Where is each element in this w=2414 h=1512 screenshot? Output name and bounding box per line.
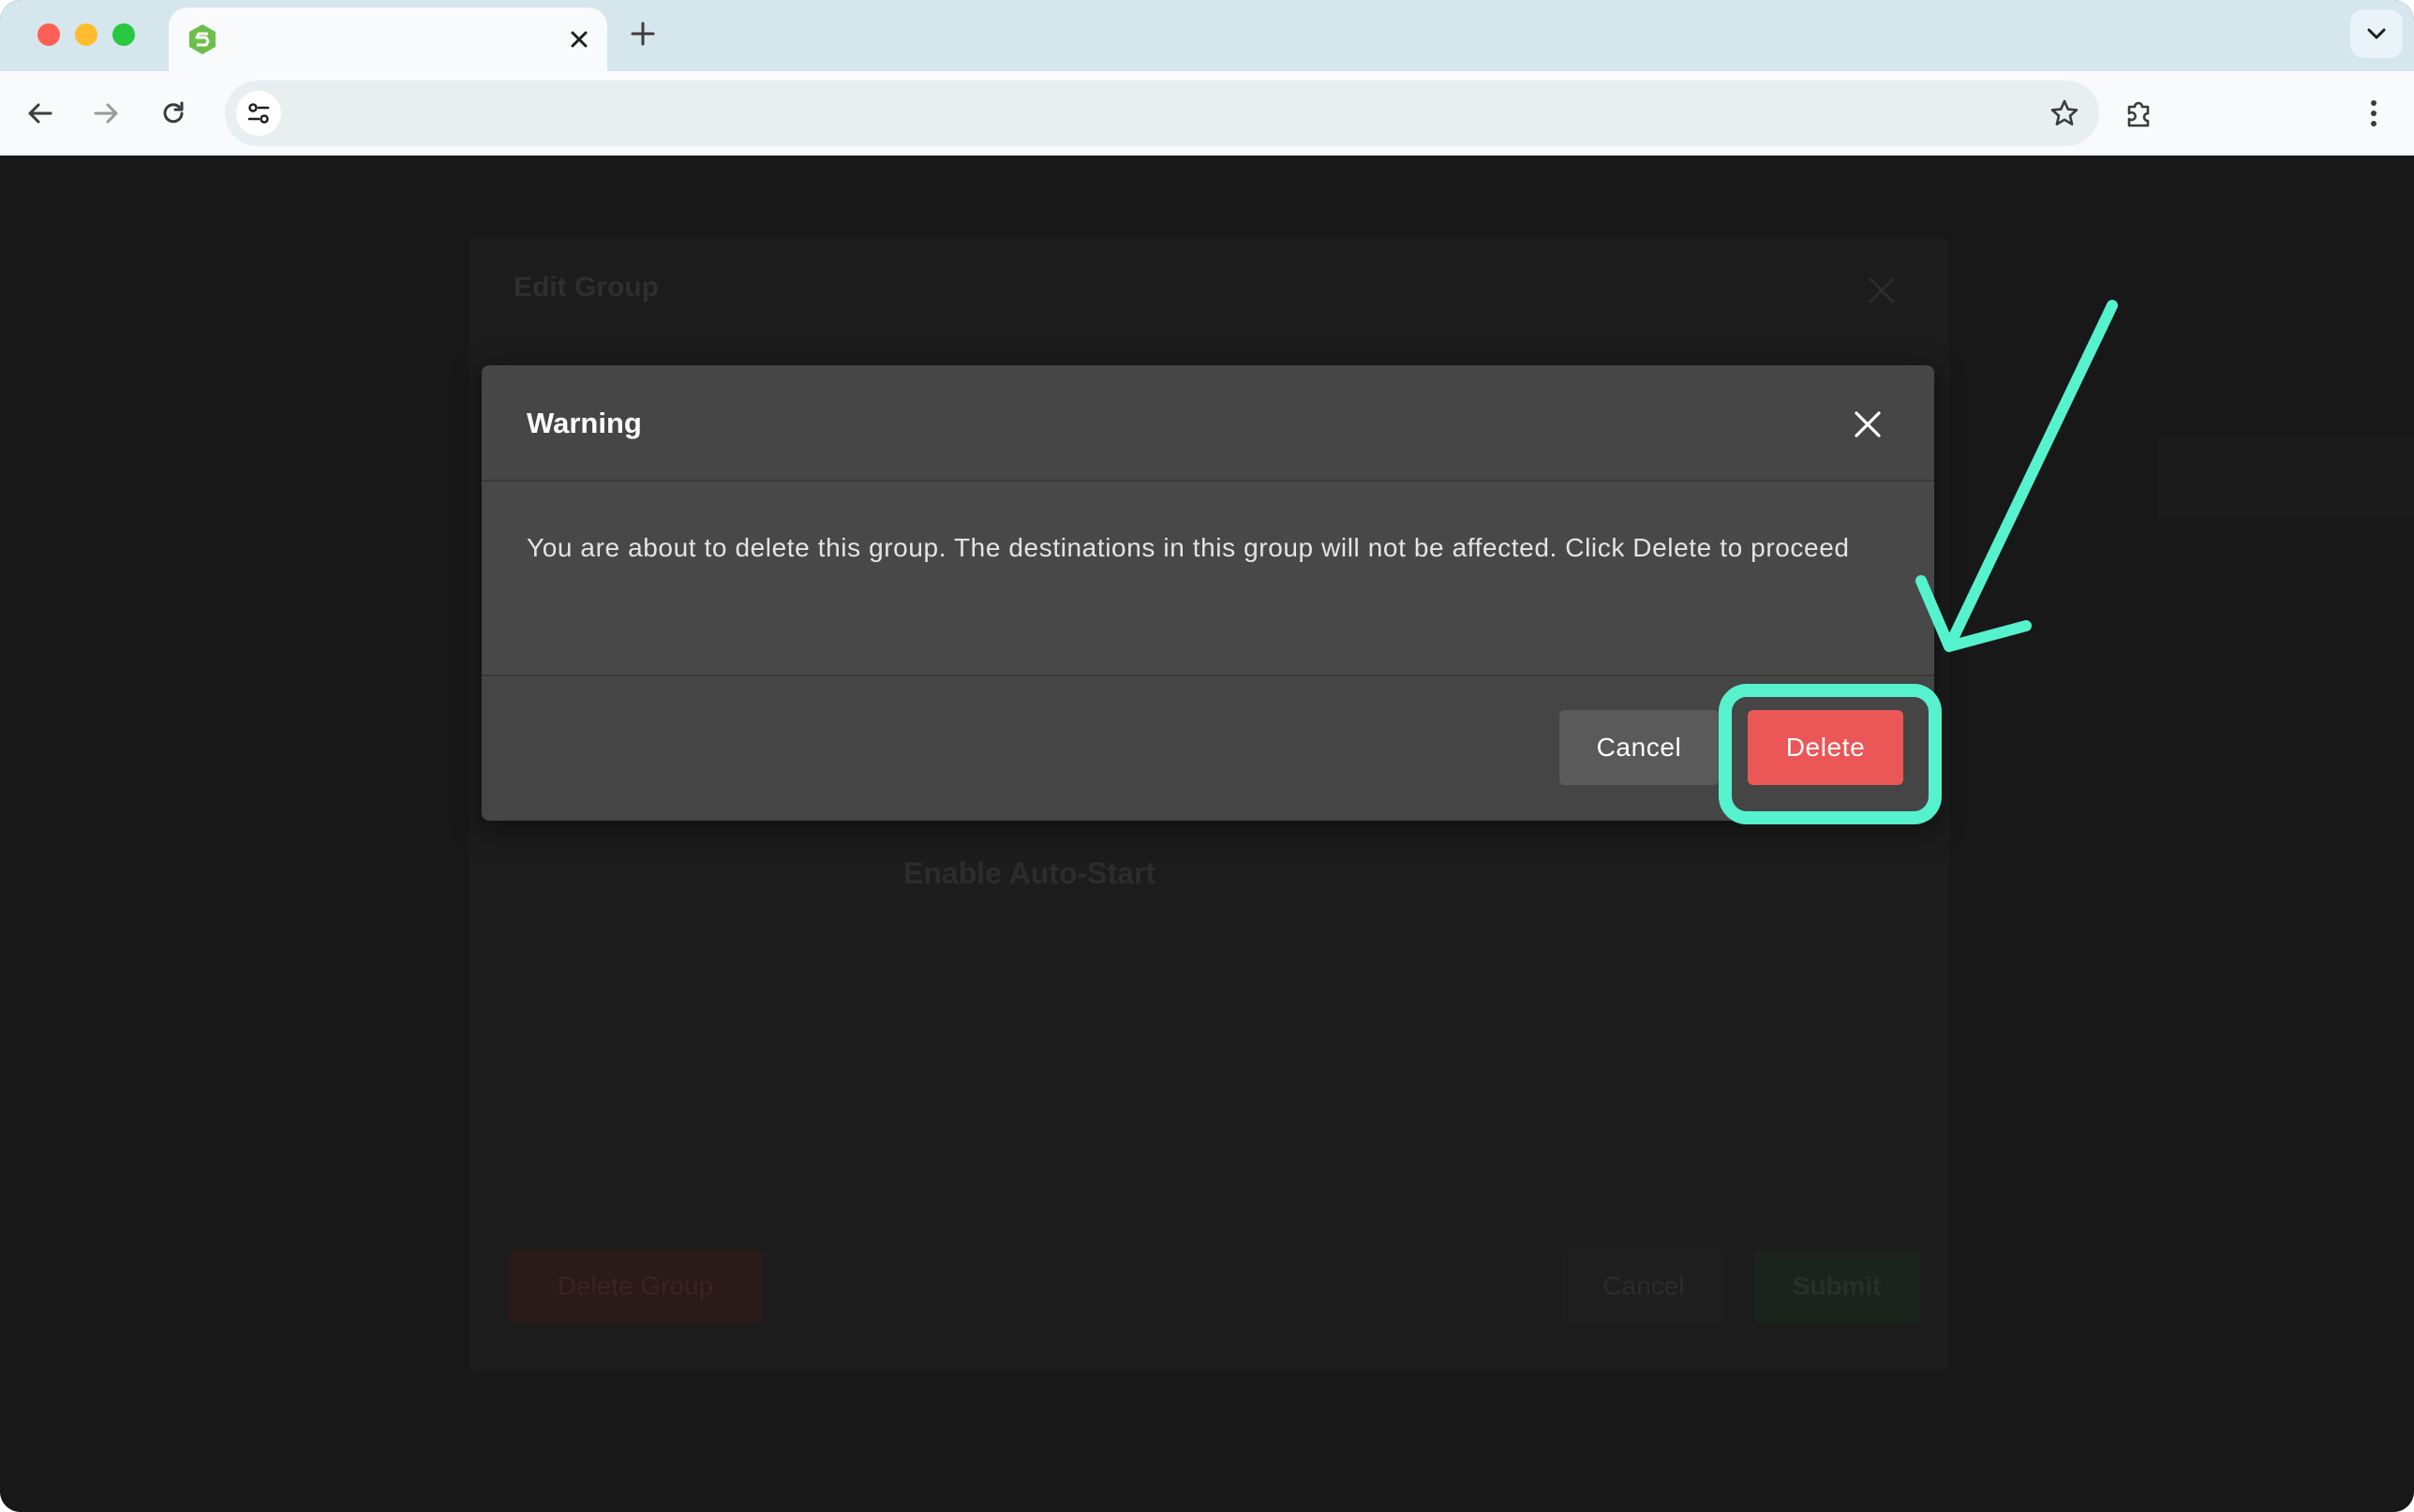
star-icon	[2050, 99, 2079, 126]
forward-button[interactable]	[84, 92, 127, 135]
dialog-message: You are about to delete this group. The …	[527, 533, 1850, 562]
tab-strip	[0, 0, 2414, 71]
background-panel-strip	[2157, 435, 2414, 519]
plus-icon	[631, 22, 655, 46]
delete-group-button: Delete Group	[508, 1250, 763, 1323]
tune-icon	[247, 103, 270, 124]
browser-toolbar	[0, 71, 2414, 156]
cancel-button[interactable]: Cancel	[1559, 710, 1719, 785]
reload-icon	[163, 101, 184, 124]
arrow-right-icon	[94, 103, 118, 124]
dialog-title: Warning	[527, 407, 642, 439]
new-tab-button[interactable]	[624, 15, 662, 52]
close-icon	[1869, 277, 1895, 304]
dialog-footer: Cancel Delete	[482, 678, 1934, 821]
arrow-left-icon	[28, 103, 52, 124]
close-icon	[571, 31, 588, 48]
edit-group-cancel-button: Cancel	[1563, 1250, 1724, 1323]
hexagon-s-logo-icon	[189, 24, 216, 54]
submit-button: Submit	[1754, 1250, 1919, 1323]
puzzle-icon	[2127, 101, 2150, 127]
auto-start-label: Enable Auto-Start	[903, 856, 1156, 890]
dialog-header: Warning	[482, 365, 1934, 482]
close-window-button[interactable]	[37, 23, 60, 46]
browser-tab[interactable]	[169, 7, 607, 71]
chevron-down-icon	[2367, 28, 2386, 39]
maximize-window-button[interactable]	[112, 23, 135, 46]
site-info-button[interactable]	[236, 91, 281, 136]
browser-menu-button[interactable]	[2352, 92, 2395, 135]
back-button[interactable]	[19, 92, 62, 135]
browser-window: Edit Group Enable Auto-Start Delete Grou…	[0, 0, 2414, 1512]
kebab-menu-icon	[2371, 100, 2377, 126]
dialog-close-button[interactable]	[1846, 403, 1889, 446]
dialog-body: You are about to delete this group. The …	[482, 483, 1934, 676]
bookmark-button[interactable]	[2043, 92, 2086, 135]
close-icon	[1855, 411, 1881, 437]
page-overlay: Edit Group Enable Auto-Start Delete Grou…	[0, 182, 2414, 1512]
tab-close-button[interactable]	[560, 21, 598, 58]
highlight-box	[1719, 684, 1942, 824]
address-bar[interactable]	[225, 81, 2099, 146]
minimize-window-button[interactable]	[75, 23, 97, 46]
tab-search-button[interactable]	[2350, 9, 2403, 58]
edit-group-title: Edit Group	[514, 272, 659, 303]
extensions-button[interactable]	[2118, 92, 2161, 135]
warning-dialog: Warning You are about to delete this gro…	[482, 365, 1934, 821]
reload-button[interactable]	[152, 92, 195, 135]
